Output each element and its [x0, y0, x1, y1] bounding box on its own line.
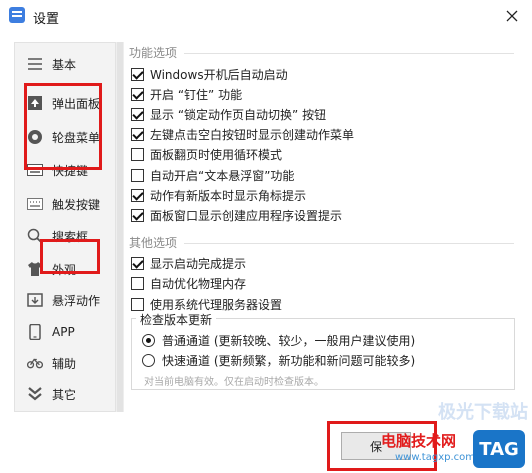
- bike-icon: [27, 355, 43, 371]
- option-label: 动作有新版本时显示角标提示: [150, 188, 307, 203]
- radio-label: 快速通道 (更新频繁，新功能和新问题可能较多): [162, 353, 416, 368]
- watermark-text: 电脑技术网: [381, 432, 457, 450]
- close-icon: [506, 10, 518, 21]
- sidebar-item-wheel-menu[interactable]: 轮盘菜单: [15, 122, 115, 152]
- sidebar-item-label: 触发按键: [52, 197, 101, 212]
- sidebar-item-label: 辅助: [52, 356, 77, 371]
- watermark-logo: TAG: [473, 430, 525, 468]
- checkbox[interactable]: [131, 148, 144, 162]
- list-icon: [27, 56, 43, 72]
- checkbox[interactable]: [131, 128, 144, 142]
- checkbox[interactable]: [131, 297, 144, 311]
- checkbox[interactable]: [131, 87, 144, 101]
- option-row[interactable]: 显示启动完成提示: [131, 254, 246, 272]
- option-row[interactable]: 面板翻页时使用循环模式: [131, 146, 282, 164]
- sidebar-item-hover-action[interactable]: 悬浮动作: [15, 285, 115, 315]
- checkbox[interactable]: [131, 107, 144, 121]
- upload-icon: [27, 95, 43, 111]
- option-label: 面板翻页时使用循环模式: [150, 148, 283, 163]
- option-row[interactable]: Windows开机后自动启动: [131, 65, 288, 83]
- keyboard-icon: [27, 196, 43, 212]
- sidebar-item-search-box[interactable]: 搜索框: [15, 221, 115, 251]
- search-icon: [27, 228, 43, 244]
- section-divider: [184, 53, 514, 54]
- sidebar-item-label: 悬浮动作: [52, 293, 101, 308]
- checkbox[interactable]: [131, 208, 144, 222]
- sidebar-item-label: 搜索框: [52, 229, 89, 244]
- sidebar-item-label: 基本: [52, 57, 77, 72]
- update-group-title: 检查版本更新: [136, 311, 217, 328]
- option-label: 面板窗口显示创建应用程序设置提示: [150, 208, 343, 223]
- checkbox[interactable]: [131, 256, 144, 270]
- watermark-faint: 极光下载站: [438, 402, 528, 423]
- radio-normal-channel[interactable]: 普通通道 (更新较晚、较少，一般用户建议使用): [142, 331, 415, 349]
- app-settings-icon: [9, 7, 25, 23]
- checkbox[interactable]: [131, 277, 144, 290]
- settings-content: 基本 弹出面板 轮盘菜单 快捷键 触发按键 搜索框 外观 悬浮动作 APP 辅助…: [14, 32, 528, 418]
- title-bar: 设置: [0, 0, 532, 31]
- option-row[interactable]: 自动开启“文本悬浮窗”功能: [131, 166, 294, 184]
- sidebar-item-basic[interactable]: 基本: [15, 49, 115, 79]
- sidebar-item-label: 快捷键: [52, 163, 89, 178]
- tshirt-icon: [27, 261, 43, 277]
- checkbox[interactable]: [131, 168, 144, 182]
- keyboard-icon: [27, 162, 43, 178]
- option-row[interactable]: 显示 “锁定动作页自动切换” 按钮: [131, 105, 326, 123]
- sidebar-item-label: 轮盘菜单: [52, 130, 101, 145]
- checkbox[interactable]: [131, 67, 144, 81]
- sidebar-item-appearance[interactable]: 外观: [15, 254, 115, 284]
- watermark-url: www.tagxp.com: [395, 452, 475, 463]
- radio-label: 普通通道 (更新较晚、较少，一般用户建议使用): [162, 333, 416, 348]
- option-label: 使用系统代理服务器设置: [150, 297, 283, 312]
- option-row[interactable]: 动作有新版本时显示角标提示: [131, 186, 306, 204]
- option-row[interactable]: 面板窗口显示创建应用程序设置提示: [131, 206, 342, 224]
- sidebar: 基本 弹出面板 轮盘菜单 快捷键 触发按键 搜索框 外观 悬浮动作 APP 辅助…: [14, 42, 116, 412]
- checkbox[interactable]: [131, 188, 144, 202]
- chevrons-icon: [27, 386, 43, 402]
- sidebar-item-label: 外观: [52, 262, 77, 277]
- panel-scrollbar[interactable]: [116, 42, 124, 412]
- option-label: 左键点击空白按钮时显示创建动作菜单: [150, 128, 355, 143]
- option-label: Windows开机后自动启动: [150, 67, 288, 82]
- radio-button[interactable]: [142, 333, 155, 347]
- other-section-title: 其他选项: [129, 236, 178, 250]
- option-label: 开启 “钉住” 功能: [150, 87, 243, 102]
- sidebar-item-assist[interactable]: 辅助: [15, 348, 115, 378]
- radio-button[interactable]: [142, 353, 155, 367]
- window-title: 设置: [33, 12, 60, 27]
- option-label: 自动开启“文本悬浮窗”功能: [150, 168, 295, 183]
- wheel-icon: [27, 129, 43, 145]
- feature-section-title: 功能选项: [129, 46, 178, 60]
- update-note: 对当前电脑有效。仅在启动时检查版本。: [144, 377, 324, 388]
- sidebar-item-other[interactable]: 其它: [15, 379, 115, 409]
- phone-icon: [27, 324, 43, 340]
- option-label: 自动优化物理内存: [150, 277, 247, 291]
- close-button[interactable]: [492, 0, 532, 31]
- sidebar-item-label: APP: [52, 325, 75, 339]
- sidebar-item-label: 其它: [52, 387, 77, 402]
- sidebar-item-popup-panel[interactable]: 弹出面板: [15, 88, 115, 118]
- option-label: 显示 “锁定动作页自动切换” 按钮: [150, 107, 327, 122]
- option-row[interactable]: 左键点击空白按钮时显示创建动作菜单: [131, 126, 354, 144]
- scrollbar-thumb[interactable]: [117, 42, 123, 412]
- option-label: 显示启动完成提示: [150, 256, 247, 271]
- sidebar-item-trigger-keys[interactable]: 触发按键: [15, 189, 115, 219]
- option-row[interactable]: 开启 “钉住” 功能: [131, 85, 242, 103]
- radio-fast-channel[interactable]: 快速通道 (更新频繁，新功能和新问题可能较多): [142, 351, 415, 369]
- section-divider: [184, 243, 514, 244]
- sidebar-item-label: 弹出面板: [52, 96, 101, 111]
- option-row[interactable]: 自动优化物理内存: [131, 275, 246, 293]
- sidebar-item-app[interactable]: APP: [15, 317, 115, 347]
- sidebar-item-hotkeys[interactable]: 快捷键: [15, 155, 115, 185]
- hover-icon: [27, 292, 43, 308]
